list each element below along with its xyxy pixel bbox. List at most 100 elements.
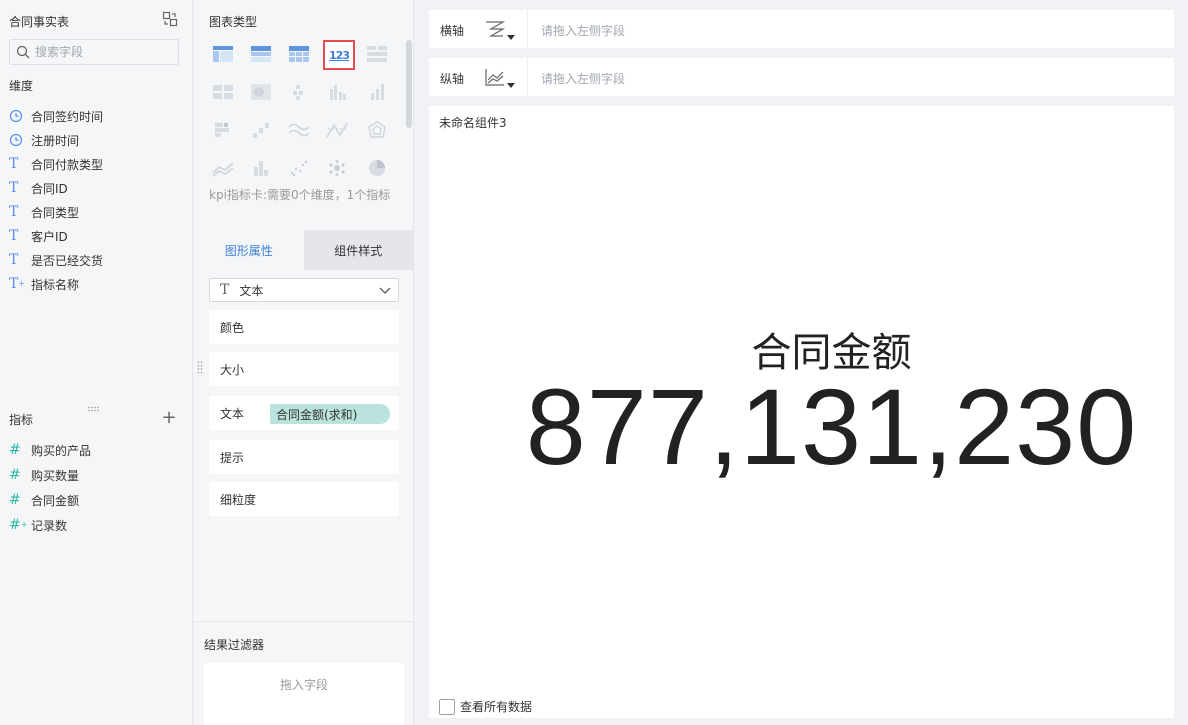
- property-label: 大小: [220, 362, 245, 377]
- waterfall-chart-icon[interactable]: [247, 116, 275, 144]
- x-axis-label: 横轴: [440, 24, 465, 38]
- stacked-dot-chart-icon[interactable]: [285, 78, 313, 106]
- filter-drop-zone[interactable]: 拖入字段: [204, 663, 404, 725]
- text-T-icon: T: [9, 252, 19, 268]
- panel-resize-handle[interactable]: [87, 401, 101, 412]
- line-chart-icon[interactable]: [209, 154, 237, 182]
- dimension-item[interactable]: 注册时间: [9, 129, 79, 151]
- hash-icon: #: [9, 442, 21, 458]
- chart-config-panel: 图表类型 123 kpi指标卡:需要0个维度，1个指标 图形属性 组件样式 T …: [194, 0, 414, 725]
- text-T-icon: T: [9, 204, 19, 220]
- component-canvas: 未命名组件3 合同金额 877,131,230 查看所有数据: [429, 106, 1174, 718]
- clock-icon: [9, 109, 31, 123]
- dimension-label: 合同ID: [31, 181, 68, 196]
- kpi-card-chart-icon[interactable]: 123: [323, 40, 355, 70]
- grouped-table-chart-icon[interactable]: [209, 40, 237, 68]
- line-axis-icon[interactable]: [484, 67, 506, 87]
- detail-table-chart-icon[interactable]: [285, 40, 313, 68]
- chart-type-hint: kpi指标卡:需要0个维度，1个指标: [209, 188, 391, 202]
- dimension-item[interactable]: T 客户ID: [9, 225, 68, 247]
- hash-icon: #: [9, 492, 21, 508]
- search-icon: [15, 44, 31, 60]
- chart-type-scrollbar[interactable]: [406, 40, 412, 128]
- tab-component-style[interactable]: 组件样式: [303, 230, 413, 270]
- property-tabs: 图形属性 组件样式: [194, 230, 413, 270]
- view-all-data-label: 查看所有数据: [460, 700, 533, 714]
- dimension-label: 合同付款类型: [31, 157, 104, 172]
- y-axis-shelf[interactable]: 纵轴 请拖入左侧字段: [429, 58, 1174, 96]
- property-color[interactable]: 颜色: [209, 310, 399, 344]
- kpi-value: 877,131,230: [525, 366, 1138, 487]
- mark-type-select[interactable]: T 文本: [209, 278, 399, 302]
- dimension-label: 是否已经交货: [31, 253, 104, 268]
- x-axis-shelf[interactable]: 横轴 请拖入左侧字段: [429, 10, 1174, 48]
- property-text[interactable]: 文本 合同金额(求和): [209, 396, 399, 430]
- text-T-icon: T: [9, 228, 19, 244]
- axis-divider: [527, 10, 528, 48]
- custom-chart-icon[interactable]: [323, 116, 351, 144]
- y-axis-placeholder: 请拖入左侧字段: [541, 72, 626, 86]
- measure-label: 合同金额: [31, 493, 80, 508]
- axis-divider: [527, 58, 528, 96]
- hash-icon: #: [9, 467, 21, 483]
- dimension-item[interactable]: T 合同类型: [9, 201, 79, 223]
- view-all-data-toggle[interactable]: 查看所有数据: [439, 698, 532, 715]
- dimension-item[interactable]: T + 指标名称: [9, 273, 79, 295]
- dimension-item[interactable]: T 合同ID: [9, 177, 68, 199]
- measure-item[interactable]: # + 记录数: [9, 514, 67, 536]
- bubble-chart-icon[interactable]: [323, 154, 351, 182]
- add-measure-button[interactable]: +: [160, 409, 178, 428]
- x-axis-placeholder: 请拖入左侧字段: [541, 24, 626, 38]
- dimension-item[interactable]: 合同签约时间: [9, 105, 103, 127]
- property-granularity[interactable]: 细粒度: [209, 482, 399, 516]
- caret-down-icon[interactable]: [507, 78, 515, 88]
- chevron-down-icon: [378, 283, 392, 297]
- measure-item[interactable]: # 购买数量: [9, 464, 79, 486]
- pivot-map-chart-icon[interactable]: [209, 78, 237, 106]
- property-size[interactable]: 大小: [209, 352, 399, 386]
- text-T-icon: T: [9, 156, 19, 172]
- dimension-label: 合同类型: [31, 205, 80, 220]
- grouped-bar-chart-icon[interactable]: [323, 78, 351, 106]
- stacked-bar-chart-icon[interactable]: [209, 116, 237, 144]
- property-label: 细粒度: [220, 492, 257, 507]
- measure-item[interactable]: # 购买的产品: [9, 439, 91, 461]
- dimension-item[interactable]: T 合同付款类型: [9, 153, 103, 175]
- property-tooltip[interactable]: 提示: [209, 440, 399, 474]
- dimension-label: 指标名称: [31, 277, 80, 292]
- scatter-chart-icon[interactable]: [285, 154, 313, 182]
- range-area-chart-icon[interactable]: [285, 116, 313, 144]
- y-axis-label: 纵轴: [440, 72, 465, 86]
- axis-type-icon[interactable]: [484, 19, 506, 39]
- heat-map-chart-icon[interactable]: [247, 78, 275, 106]
- field-search[interactable]: [9, 39, 179, 65]
- text-T-calc-icon: T +: [9, 276, 26, 292]
- dimension-label: 合同签约时间: [31, 109, 104, 124]
- mark-type-value: 文本: [239, 283, 264, 298]
- bar-chart-icon[interactable]: [363, 78, 391, 106]
- filter-drop-label: 拖入字段: [279, 678, 328, 692]
- hash-calc-icon: # +: [9, 517, 28, 533]
- text-field-pill[interactable]: 合同金额(求和): [270, 404, 390, 424]
- dimension-label: 客户ID: [31, 229, 68, 244]
- search-input[interactable]: [35, 43, 175, 61]
- drag-grip-icon[interactable]: [197, 360, 203, 374]
- switch-dataset-icon[interactable]: [162, 11, 178, 27]
- text-table-chart-icon[interactable]: [363, 40, 391, 68]
- tab-graphic-properties[interactable]: 图形属性: [194, 230, 304, 270]
- measures-title: 指标: [9, 413, 34, 427]
- dimensions-title: 维度: [9, 79, 34, 93]
- pie-chart-icon[interactable]: [363, 154, 391, 182]
- measure-item[interactable]: # 合同金额: [9, 489, 79, 511]
- clock-icon: [9, 133, 31, 147]
- radar-chart-icon[interactable]: [363, 116, 391, 144]
- cross-table-chart-icon[interactable]: [247, 40, 275, 68]
- view-all-data-checkbox[interactable]: [439, 698, 455, 715]
- dimension-item[interactable]: T 是否已经交货: [9, 249, 103, 271]
- chart-type-title: 图表类型: [209, 15, 258, 29]
- result-filter-title: 结果过滤器: [204, 638, 265, 652]
- caret-down-icon[interactable]: [507, 30, 515, 40]
- column-chart-icon[interactable]: [247, 154, 275, 182]
- property-label: 提示: [220, 450, 245, 465]
- component-title[interactable]: 未命名组件3: [439, 114, 507, 131]
